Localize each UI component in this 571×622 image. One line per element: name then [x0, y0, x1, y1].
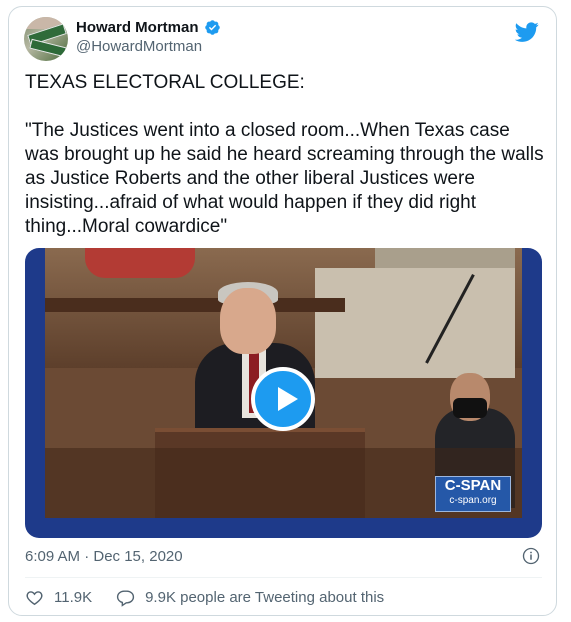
- tweet-headline: TEXAS ELECTORAL COLLEGE:: [25, 72, 305, 93]
- twitter-bird-icon[interactable]: [515, 20, 539, 44]
- play-icon: [278, 387, 298, 411]
- cspan-watermark: C-SPAN c-span.org: [435, 476, 511, 512]
- like-button[interactable]: 11.9K: [25, 588, 92, 607]
- tweet-quote: "The Justices went into a closed room...…: [25, 120, 549, 237]
- tweet-card: Howard Mortman @HowardMortman TEXAS ELEC…: [8, 6, 557, 616]
- play-button[interactable]: [251, 367, 315, 431]
- comment-icon: [116, 590, 135, 607]
- tweet-actions: 11.9K 9.9K people are Tweeting about thi…: [25, 588, 384, 607]
- tweet-timestamp[interactable]: 6:09 AM · Dec 15, 2020: [25, 548, 183, 565]
- author-handle[interactable]: @HowardMortman: [76, 38, 202, 55]
- conversation-link[interactable]: 9.9K people are Tweeting about this: [116, 588, 384, 607]
- like-count: 11.9K: [54, 589, 93, 606]
- verified-badge-icon: [204, 20, 220, 35]
- tweet-text: TEXAS ELECTORAL COLLEGE: "The Justices w…: [25, 71, 545, 239]
- author-display-name[interactable]: Howard Mortman: [76, 19, 199, 36]
- conversation-text: 9.9K people are Tweeting about this: [145, 589, 385, 606]
- video-player[interactable]: C-SPAN c-span.org: [25, 248, 542, 538]
- heart-icon: [26, 591, 43, 606]
- divider: [25, 577, 542, 578]
- avatar[interactable]: [24, 17, 68, 61]
- info-icon[interactable]: [522, 547, 540, 565]
- author-name-row[interactable]: Howard Mortman: [76, 19, 221, 36]
